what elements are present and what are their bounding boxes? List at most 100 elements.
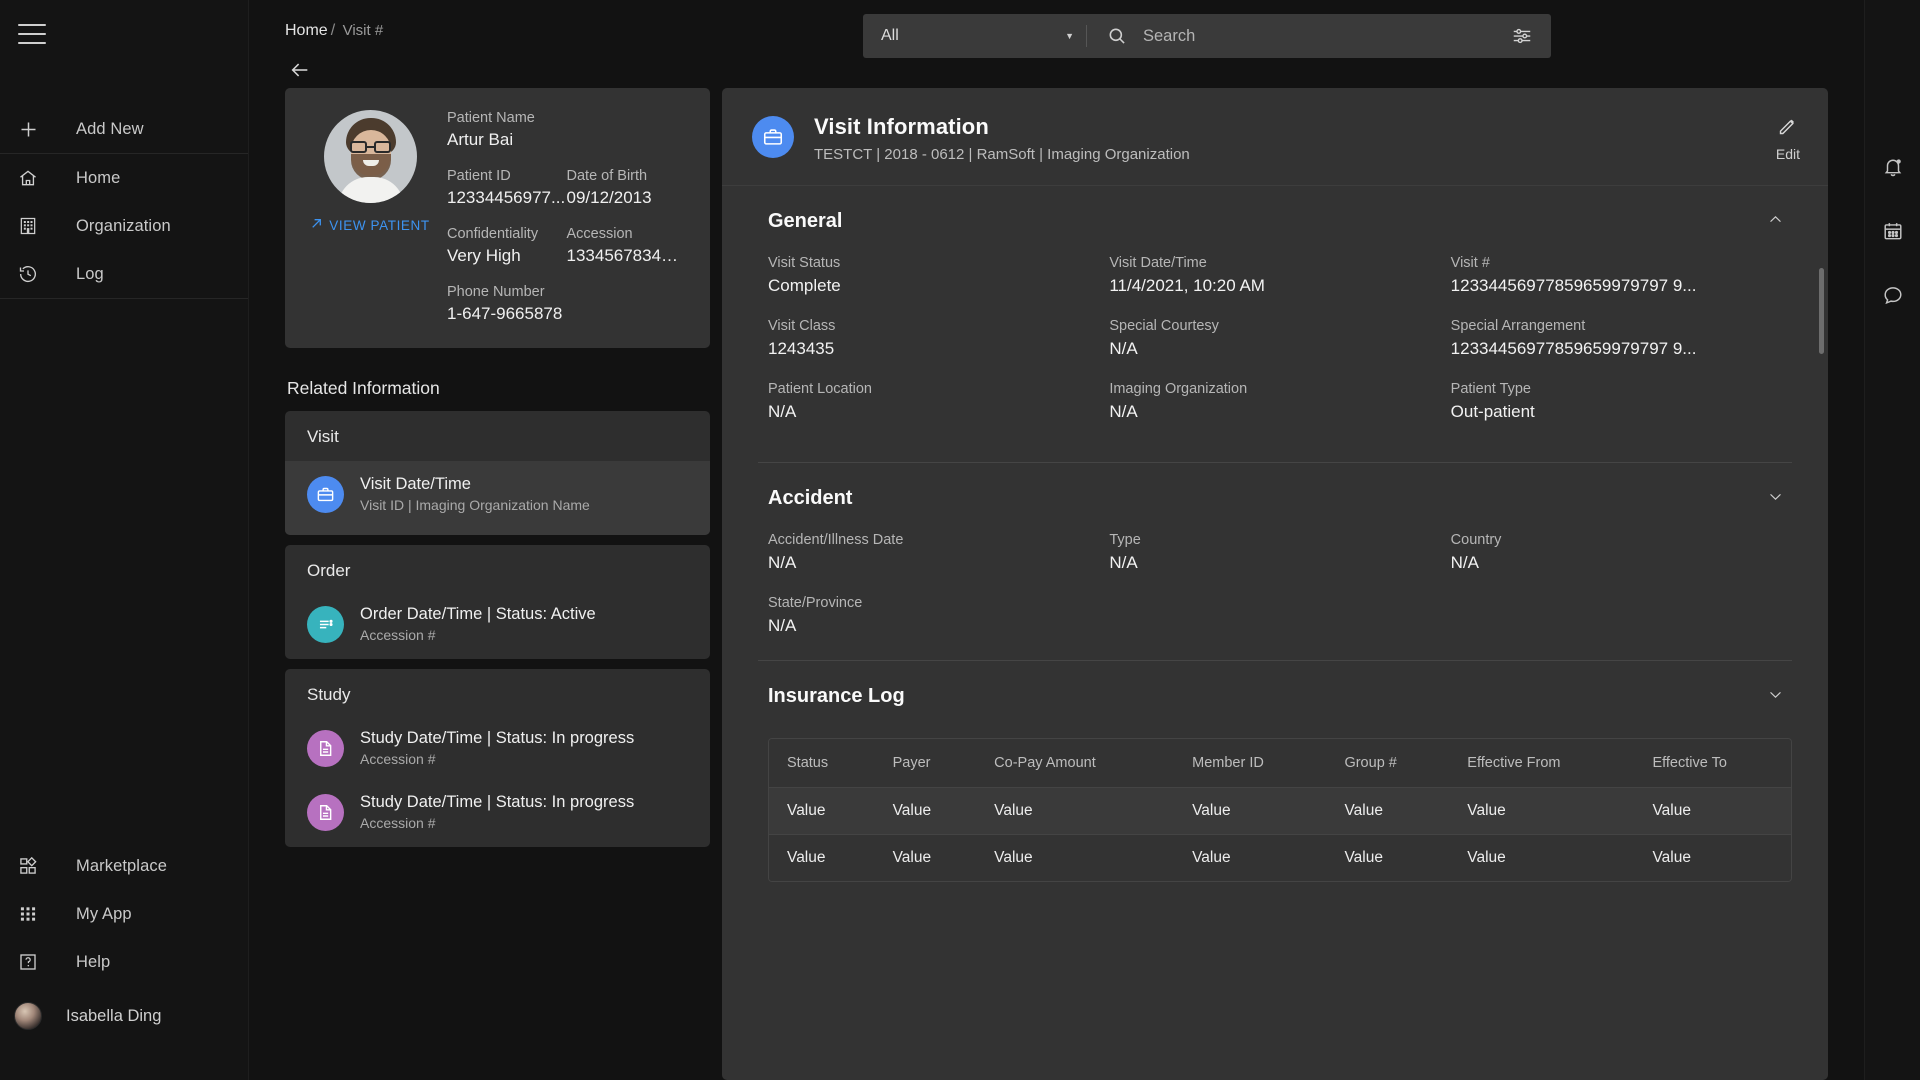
col-co-pay-amount[interactable]: Co-Pay Amount — [976, 739, 1175, 788]
search-input[interactable] — [1127, 26, 1511, 46]
cell: Value — [1449, 834, 1635, 881]
sidebar-item-home[interactable]: Home — [0, 154, 248, 202]
sidebar-item-add-new[interactable]: Add New — [0, 105, 248, 153]
breadcrumb-home[interactable]: Home — [285, 22, 328, 39]
field-special-courtesy: Special Courtesy N/A — [1109, 318, 1450, 359]
table-header-row: Status Payer Co-Pay Amount Member ID Gro… — [769, 739, 1791, 788]
sidebar-item-log[interactable]: Log — [0, 250, 248, 298]
breadcrumb-separator: / — [330, 22, 336, 39]
sidebar-user-profile[interactable]: Isabella Ding — [0, 986, 248, 1046]
cell: Value — [1326, 834, 1450, 881]
chevron-down-icon[interactable] — [1767, 686, 1792, 708]
field-country: Country N/A — [1451, 532, 1792, 573]
col-effective-from[interactable]: Effective From — [1449, 739, 1635, 788]
section-general-header[interactable]: General — [758, 210, 1792, 249]
field-value: Complete — [768, 276, 841, 295]
related-group-title: Visit — [307, 427, 339, 446]
left-sidebar: Add New Home Organization Log Marketplac… — [0, 0, 249, 1080]
bell-notification-icon[interactable] — [1878, 152, 1908, 182]
field-key: Visit Date/Time — [1109, 255, 1207, 271]
arrow-left-icon[interactable] — [285, 55, 315, 85]
page-subtitle: TESTCT | 2018 - 0612 | RamSoft | Imaging… — [814, 146, 1190, 163]
col-effective-to[interactable]: Effective To — [1634, 739, 1791, 788]
field-key: Special Arrangement — [1450, 318, 1586, 334]
field-visit-number: Visit # 12334456977859659979797 9... — [1451, 255, 1792, 296]
field-key: Patient Location — [768, 381, 872, 397]
field-key: Patient ID — [447, 168, 511, 184]
sidebar-item-help[interactable]: Help — [0, 938, 248, 986]
sidebar-item-label: Organization — [76, 216, 171, 235]
col-group-number[interactable]: Group # — [1326, 739, 1450, 788]
related-row-secondary: Visit ID | Imaging Organization Name — [360, 497, 590, 513]
chevron-up-icon[interactable] — [1767, 211, 1792, 233]
sidebar-item-label: Help — [76, 952, 111, 971]
building-icon — [18, 216, 48, 236]
related-row-primary: Study Date/Time | Status: In progress — [360, 729, 635, 747]
section-general: General Visit Status Complete Visit Date/… — [758, 186, 1792, 462]
field-key: Patient Type — [1450, 381, 1532, 397]
field-key: State/Province — [768, 595, 863, 611]
section-general-fields: Visit Status Complete Visit Date/Time 11/4… — [758, 249, 1792, 462]
field-value: Artur Bai — [447, 130, 514, 149]
content-area: Home / Visit # All ▼ Search VIEW PATIENT… — [249, 0, 1920, 1080]
section-insurance-log-header[interactable]: Insurance Log — [758, 685, 1792, 724]
related-row-order[interactable]: Order Date/Time | Status: Active Accessi… — [285, 595, 710, 659]
patient-field-confidentiality: Confidentiality Very High — [447, 226, 567, 266]
breadcrumb: Home / Visit # — [285, 22, 383, 40]
view-patient-link[interactable]: VIEW PATIENT — [310, 217, 429, 233]
back-row — [285, 55, 315, 85]
grid-apps-icon — [18, 904, 48, 924]
edit-button[interactable]: Edit — [1776, 114, 1800, 162]
field-value: 12334456977859659979797 9... — [1450, 276, 1697, 295]
field-value: 1243435 — [768, 339, 835, 358]
sidebar-item-label: Add New — [76, 119, 144, 138]
sidebar-main-group: Home Organization Log — [0, 154, 248, 299]
col-payer[interactable]: Payer — [874, 739, 977, 788]
field-value: 12334456977859659979797 9... — [1450, 339, 1697, 358]
section-title: Accident — [768, 487, 853, 509]
section-accident-header[interactable]: Accident — [758, 487, 1792, 526]
calendar-icon[interactable] — [1878, 216, 1908, 246]
visit-information-panel: Visit Information TESTCT | 2018 - 0612 |… — [722, 88, 1828, 1080]
col-status[interactable]: Status — [769, 739, 875, 788]
sidebar-bottom-pad — [0, 1046, 248, 1080]
field-imaging-organization: Imaging Organization N/A — [1109, 381, 1450, 422]
chat-bubble-icon[interactable] — [1878, 280, 1908, 310]
search-scope-select[interactable]: All ▼ — [863, 14, 1086, 58]
related-group-visit: Visit Visit Date/Time Visit ID | Imaging… — [285, 411, 710, 535]
field-key: Confidentiality — [447, 226, 539, 242]
search-icon[interactable] — [1107, 26, 1127, 46]
sidebar-item-my-app[interactable]: My App — [0, 890, 248, 938]
related-row-study[interactable]: Study Date/Time | Status: In progress Ac… — [285, 719, 710, 783]
section-insurance-log: Insurance Log Status Payer Co-Pay Amount… — [758, 661, 1792, 882]
page-title: Visit Information — [814, 114, 989, 139]
filter-sliders-icon[interactable] — [1511, 25, 1533, 47]
panel-scrollbar-thumb[interactable] — [1819, 268, 1824, 354]
home-icon — [18, 168, 48, 188]
table-row[interactable]: Value Value Value Value Value Value Valu… — [769, 787, 1791, 835]
section-title: General — [768, 210, 843, 232]
sidebar-item-organization[interactable]: Organization — [0, 202, 248, 250]
chevron-down-icon: ▼ — [1065, 31, 1074, 41]
col-member-id[interactable]: Member ID — [1174, 739, 1327, 788]
avatar — [14, 1002, 42, 1030]
sidebar-item-marketplace[interactable]: Marketplace — [0, 842, 248, 890]
page-body: VIEW PATIENT Patient Name Artur Bai Pati… — [249, 88, 1864, 1080]
related-row-study[interactable]: Study Date/Time | Status: In progress Ac… — [285, 783, 710, 847]
field-key: Date of Birth — [566, 168, 648, 184]
chevron-down-icon[interactable] — [1767, 488, 1792, 510]
field-key: Visit # — [1450, 255, 1490, 271]
cell: Value — [976, 787, 1175, 835]
related-row-secondary: Accession # — [360, 751, 436, 767]
patient-field-accession: Accession 133456783456... — [567, 226, 687, 266]
hamburger-menu-icon[interactable] — [18, 23, 46, 44]
related-group-title: Study — [307, 685, 351, 704]
related-row-visit[interactable]: Visit Date/Time Visit ID | Imaging Organ… — [285, 461, 710, 535]
patient-field-patient-name: Patient Name Artur Bai — [447, 110, 686, 150]
sidebar-item-label: My App — [76, 904, 132, 923]
patient-field-grid: Patient Name Artur Bai Patient ID 123344… — [447, 110, 686, 324]
field-state-province: State/Province N/A — [768, 595, 1109, 636]
field-key: Imaging Organization — [1109, 381, 1248, 397]
table-row[interactable]: Value Value Value Value Value Value Valu… — [769, 834, 1791, 881]
cell: Value — [1634, 787, 1791, 835]
